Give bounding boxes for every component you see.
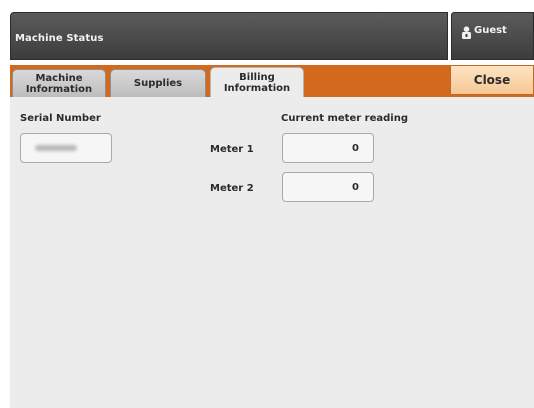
tab-billing-information[interactable]: Billing Information <box>210 67 304 97</box>
meter-2-value: 0 <box>282 172 374 202</box>
serial-number-label: Serial Number <box>20 113 101 124</box>
close-button[interactable]: Close <box>450 65 534 95</box>
meter-1-label: Meter 1 <box>210 144 254 155</box>
meter-reading-heading: Current meter reading <box>281 113 408 124</box>
billing-information-panel: Serial Number Current meter reading Mete… <box>10 97 534 408</box>
redacted-serial-value <box>35 145 77 151</box>
tab-supplies[interactable]: Supplies <box>110 69 206 97</box>
user-login-button[interactable]: Guest <box>451 12 534 60</box>
user-label: Guest <box>474 25 507 36</box>
tab-label: Machine Information <box>25 72 93 95</box>
serial-number-field <box>20 133 112 163</box>
page-title: Machine Status <box>15 33 104 44</box>
title-bar: Machine Status <box>10 12 448 60</box>
machine-status-screen: Machine Status Guest Machine Information … <box>0 0 534 408</box>
tab-machine-information[interactable]: Machine Information <box>12 69 106 97</box>
tab-label: Supplies <box>133 78 183 89</box>
meter-1-value: 0 <box>282 133 374 163</box>
tab-label: Billing Information <box>223 71 291 94</box>
user-lock-icon <box>461 24 472 39</box>
meter-2-label: Meter 2 <box>210 183 254 194</box>
